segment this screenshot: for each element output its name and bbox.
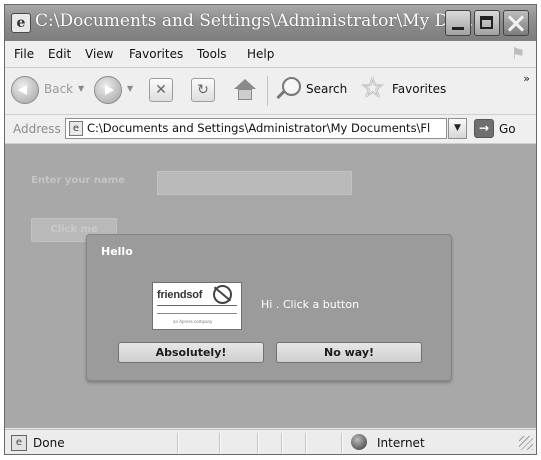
go-label[interactable]: Go — [499, 122, 516, 136]
menu-edit[interactable]: Edit — [48, 47, 71, 61]
favorites-star-icon[interactable]: ☆ — [360, 73, 385, 103]
name-label: Enter your name — [31, 175, 125, 186]
search-icon[interactable] — [276, 77, 302, 103]
security-zone: Internet — [377, 436, 425, 450]
logo-rule — [157, 313, 237, 314]
absolutely-button[interactable]: Absolutely! — [118, 342, 264, 363]
minimize-button[interactable] — [445, 10, 471, 36]
status-divider — [219, 433, 221, 453]
toolbar: Back ▼ ▼ ✕ ↻ Search ☆ Favorites » — [5, 68, 536, 115]
search-label[interactable]: Search — [306, 82, 347, 96]
address-dropdown-icon[interactable]: ▼ — [448, 118, 467, 139]
logo-rule — [157, 305, 237, 306]
menu-tools[interactable]: Tools — [197, 47, 227, 61]
forward-icon[interactable] — [94, 76, 122, 104]
logo-tagline: an Apress company — [173, 319, 213, 324]
toolbar-overflow-icon[interactable]: » — [523, 72, 530, 85]
no-way-button[interactable]: No way! — [276, 342, 422, 363]
stop-icon[interactable]: ✕ — [149, 78, 173, 102]
status-divider — [341, 433, 343, 453]
logo-wordmark: friendsof — [157, 289, 203, 301]
page-status-icon: e — [11, 435, 27, 451]
logo-symbol-icon — [213, 285, 232, 304]
browser-window: e C:\Documents and Settings\Administrato… — [4, 4, 537, 455]
windows-flag-icon: ⚑ — [510, 44, 526, 63]
home-icon[interactable] — [234, 79, 256, 101]
status-divider — [257, 433, 259, 453]
close-button[interactable] — [503, 10, 529, 36]
back-icon[interactable] — [11, 76, 39, 104]
maximize-button[interactable] — [474, 10, 500, 36]
menu-help[interactable]: Help — [247, 47, 274, 61]
dialog-message: Hi . Click a button — [261, 298, 360, 311]
go-arrow-icon[interactable]: → — [474, 119, 494, 138]
favorites-label[interactable]: Favorites — [392, 82, 446, 96]
resize-grip-icon[interactable] — [519, 436, 533, 450]
menu-favorites[interactable]: Favorites — [129, 47, 183, 61]
window-title: C:\Documents and Settings\Administrator\… — [35, 11, 485, 31]
name-input[interactable] — [157, 171, 352, 195]
status-bar: e Done Internet — [5, 429, 536, 454]
toolbar-separator — [267, 76, 268, 106]
menu-bar: File Edit View Favorites Tools Help ⚑ — [5, 41, 536, 68]
status-divider — [305, 433, 307, 453]
friendsof-logo: friendsof an Apress company — [152, 282, 242, 330]
address-input[interactable]: e C:\Documents and Settings\Administrato… — [65, 118, 447, 139]
address-bar: Address e C:\Documents and Settings\Admi… — [5, 115, 536, 144]
page-content: Enter your name Click me Hello friendsof… — [5, 144, 536, 428]
internet-globe-icon — [351, 434, 367, 450]
page-icon: e — [69, 121, 83, 136]
refresh-icon[interactable]: ↻ — [191, 78, 215, 102]
title-bar[interactable]: e C:\Documents and Settings\Administrato… — [5, 5, 536, 42]
dialog-title: Hello — [101, 245, 133, 258]
menu-file[interactable]: File — [14, 47, 34, 61]
forward-dropdown-icon[interactable]: ▼ — [127, 84, 133, 93]
hello-dialog: Hello friendsof an Apress company Hi . C… — [86, 234, 452, 381]
back-dropdown-icon[interactable]: ▼ — [78, 84, 84, 93]
address-label: Address — [13, 122, 61, 136]
status-divider — [281, 433, 283, 453]
status-text: Done — [33, 436, 65, 450]
ie-icon: e — [11, 13, 31, 33]
menu-view[interactable]: View — [85, 47, 113, 61]
address-value[interactable]: C:\Documents and Settings\Administrator\… — [87, 121, 430, 135]
status-divider — [177, 433, 179, 453]
back-label[interactable]: Back — [44, 82, 73, 96]
